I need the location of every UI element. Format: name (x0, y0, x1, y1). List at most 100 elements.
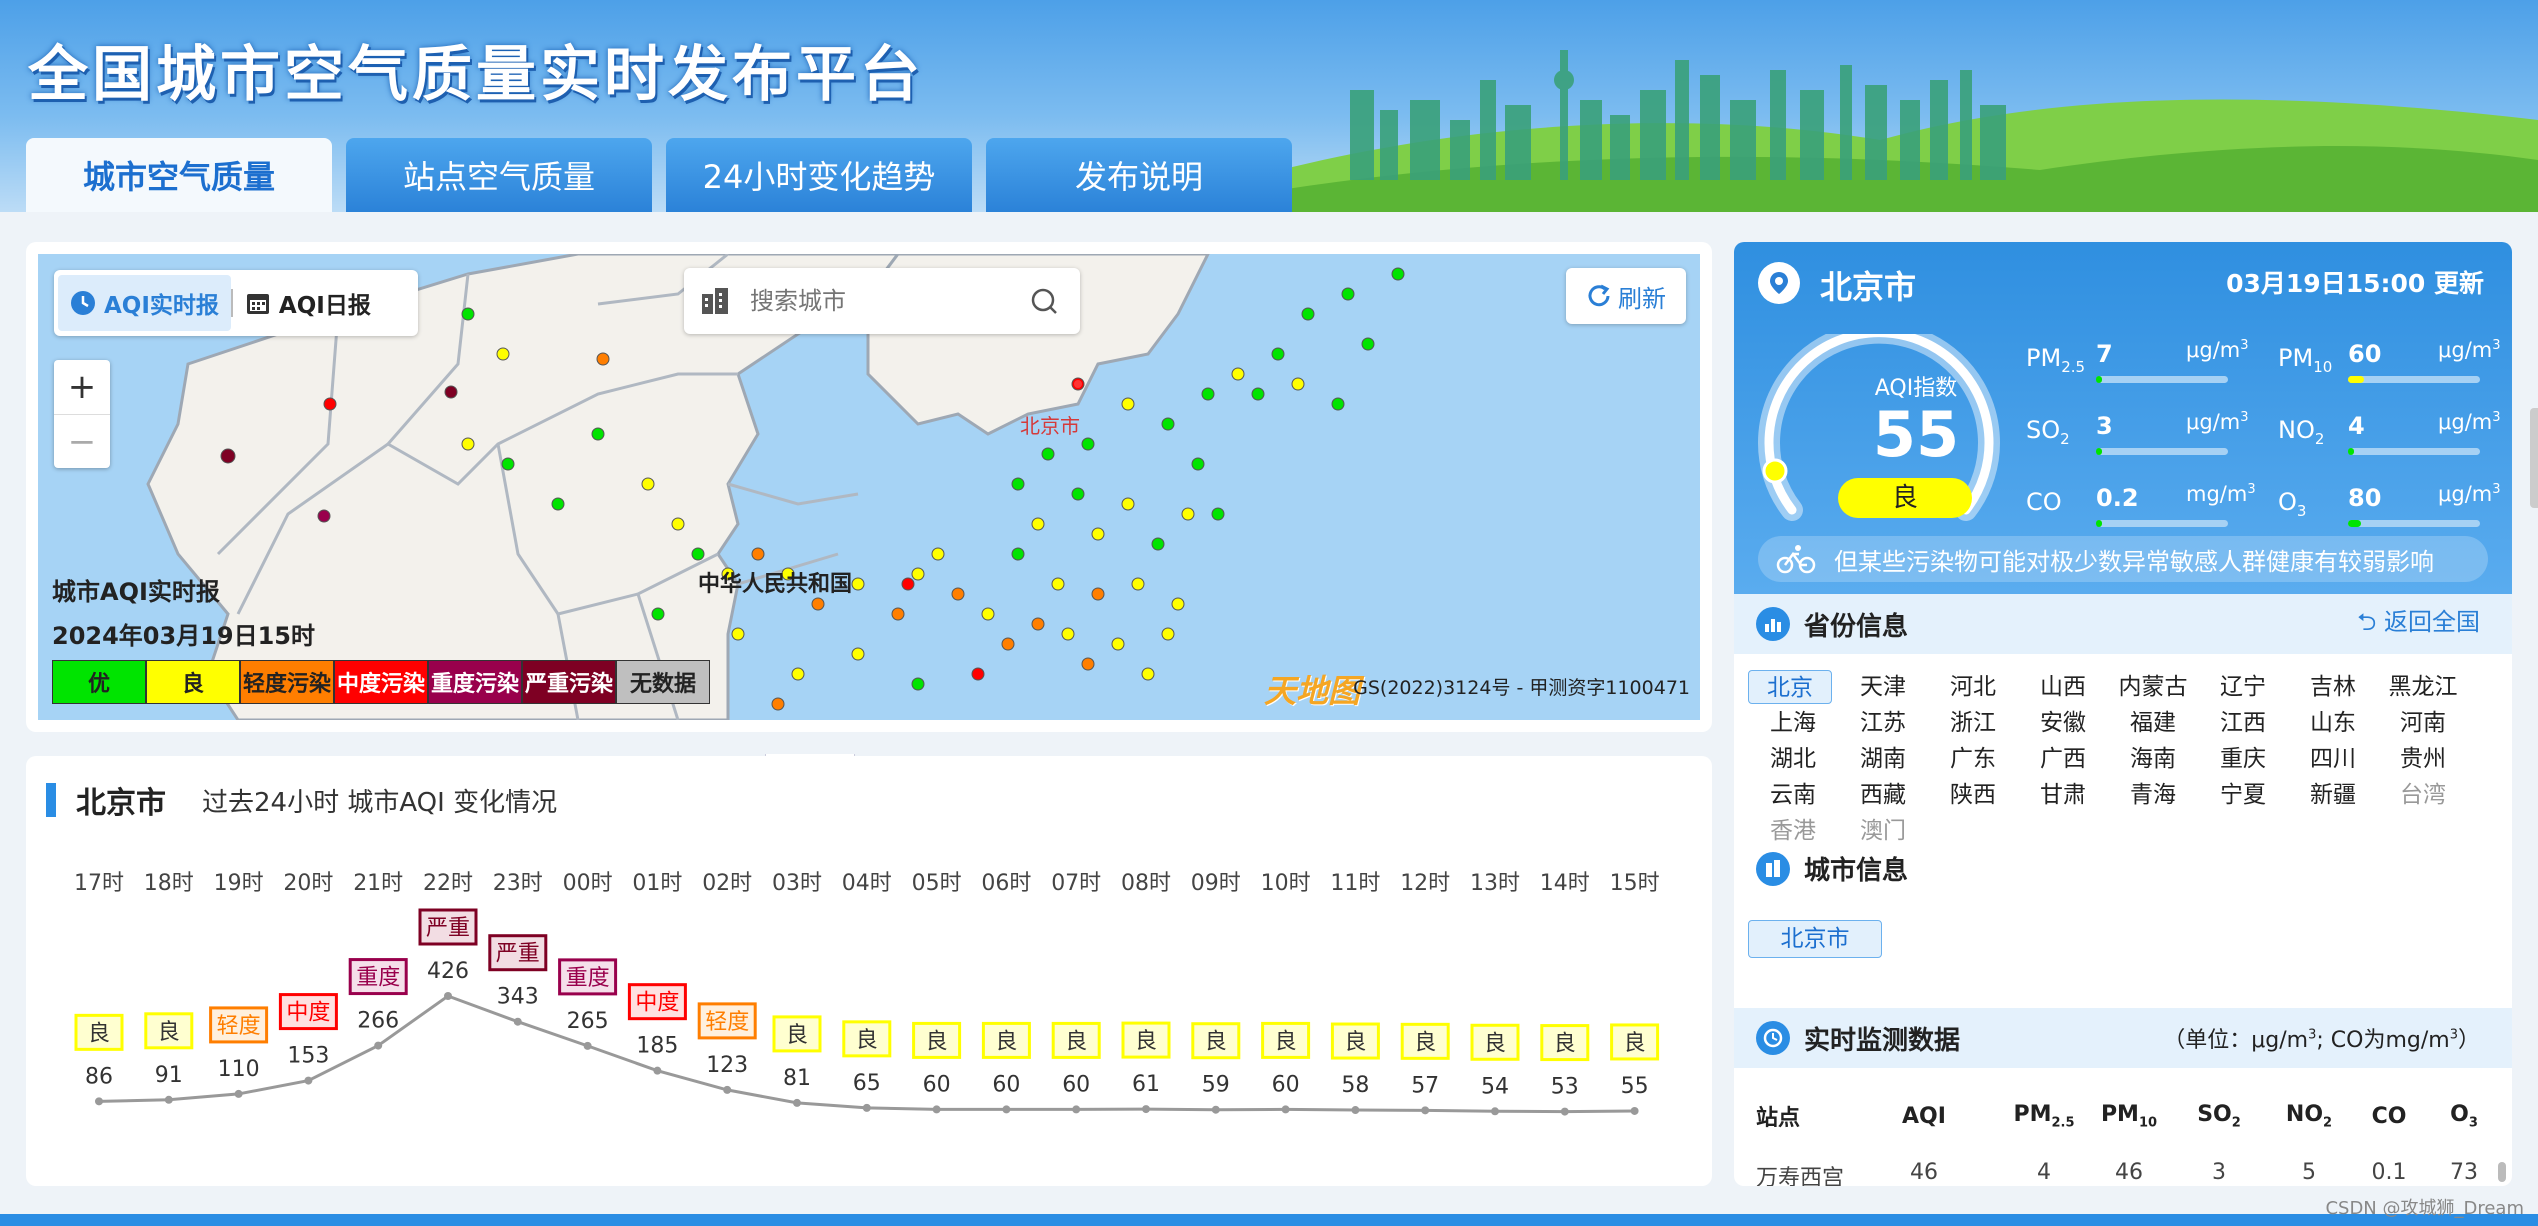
aqi-realtime-button[interactable]: AQI实时报 (58, 275, 231, 331)
province-item[interactable]: 甘肃 (2018, 778, 2108, 812)
search-icon[interactable] (1030, 287, 1058, 315)
province-item[interactable]: 广东 (1928, 742, 2018, 776)
trend-point[interactable] (1142, 1105, 1150, 1114)
aqi-map[interactable]: AQI实时报 AQI日报 刷新 + − 北京市 中华人民共和国 城市AQI实时报… (38, 254, 1700, 720)
province-item[interactable]: 天津 (1838, 670, 1928, 704)
pollutant-name: NO2 (2278, 416, 2325, 448)
tab-station-air-quality[interactable]: 站点空气质量 (346, 138, 652, 212)
trend-point[interactable] (1002, 1105, 1011, 1114)
pollutant-item: SO2 3 μg/m3 (2026, 406, 2276, 462)
pollutant-bar (2348, 448, 2480, 455)
cell-pm25: 4 (2037, 1160, 2051, 1185)
trend-point[interactable] (862, 1103, 871, 1112)
trend-point[interactable] (1281, 1105, 1290, 1114)
tab-city-air-quality[interactable]: 城市空气质量 (26, 138, 332, 212)
refresh-icon (1588, 284, 1610, 307)
trend-value-label: 343 (497, 985, 539, 1010)
level-badge-text: 良 (1344, 1030, 1366, 1055)
trend-value-label: 153 (287, 1044, 329, 1069)
aqi-daily-button[interactable]: AQI日报 (233, 275, 383, 331)
province-item[interactable]: 陕西 (1928, 778, 2018, 812)
trend-point[interactable] (95, 1097, 103, 1106)
zoom-out-button[interactable]: − (54, 414, 110, 468)
province-item[interactable]: 河南 (2378, 706, 2468, 740)
city-search-input[interactable] (750, 287, 1010, 315)
hour-label: 17时 (74, 871, 124, 896)
zoom-in-button[interactable]: + (54, 360, 110, 414)
province-item[interactable]: 西藏 (1838, 778, 1928, 812)
province-item[interactable]: 江苏 (1838, 706, 1928, 740)
trend-value-label: 57 (1411, 1073, 1439, 1098)
calendar-icon (246, 294, 269, 314)
province-item[interactable]: 宁夏 (2198, 778, 2288, 812)
hour-label: 03时 (772, 871, 822, 896)
table-row[interactable]: 万寿西宫 46 4 46 3 5 0.1 73 (1734, 1160, 2512, 1186)
trend-point[interactable] (234, 1089, 243, 1098)
trend-point[interactable] (583, 1041, 592, 1050)
trend-point[interactable] (304, 1076, 313, 1085)
trend-point[interactable] (164, 1095, 173, 1104)
level-badge-text: 良 (786, 1023, 808, 1048)
province-item[interactable]: 浙江 (1928, 706, 2018, 740)
province-item[interactable]: 澳门 (1838, 814, 1928, 848)
trend-point[interactable] (1630, 1106, 1639, 1115)
city-chip-beijing[interactable]: 北京市 (1748, 920, 1882, 958)
hour-label: 09时 (1191, 871, 1241, 896)
trend-point[interactable] (1351, 1106, 1360, 1115)
province-item[interactable]: 贵州 (2378, 742, 2468, 776)
clock-icon (71, 291, 95, 315)
province-item[interactable]: 上海 (1748, 706, 1838, 740)
trend-point[interactable] (1560, 1107, 1569, 1116)
tab-release-notes[interactable]: 发布说明 (986, 138, 1292, 212)
province-item[interactable]: 云南 (1748, 778, 1838, 812)
trend-point[interactable] (513, 1017, 522, 1026)
trend-value-label: 185 (636, 1034, 678, 1059)
trend-point[interactable] (1072, 1105, 1081, 1114)
province-item[interactable]: 湖南 (1838, 742, 1928, 776)
province-item[interactable]: 江西 (2198, 706, 2288, 740)
side-scroll-handle[interactable] (2530, 408, 2538, 508)
trend-value-label: 266 (357, 1009, 399, 1034)
province-item[interactable]: 新疆 (2288, 778, 2378, 812)
province-item[interactable]: 重庆 (2198, 742, 2288, 776)
province-item[interactable]: 辽宁 (2198, 670, 2288, 704)
trend-point[interactable] (1491, 1107, 1499, 1116)
province-item[interactable]: 北京 (1748, 670, 1832, 704)
province-item[interactable]: 福建 (2108, 706, 2198, 740)
pollutant-value: 7 (2096, 340, 2113, 368)
table-scrollbar[interactable] (2498, 1162, 2506, 1182)
province-item[interactable]: 安徽 (2018, 706, 2108, 740)
legend-item: 中度污染 (334, 660, 428, 704)
tab-24h-trend[interactable]: 24小时变化趋势 (666, 138, 972, 212)
province-item[interactable]: 青海 (2108, 778, 2198, 812)
trend-point[interactable] (374, 1041, 383, 1050)
hour-label: 12时 (1400, 871, 1450, 896)
province-item[interactable]: 广西 (2018, 742, 2108, 776)
hour-label: 14时 (1540, 871, 1590, 896)
province-item[interactable]: 河北 (1928, 670, 2018, 704)
province-item[interactable]: 台湾 (2378, 778, 2468, 812)
trend-point[interactable] (1211, 1105, 1220, 1114)
province-item[interactable]: 山西 (2018, 670, 2108, 704)
province-item[interactable]: 内蒙古 (2108, 670, 2198, 704)
trend-point[interactable] (723, 1085, 732, 1094)
back-to-national-button[interactable]: ⮌ 返回全国 (2357, 602, 2480, 646)
map-panel: AQI实时报 AQI日报 刷新 + − 北京市 中华人民共和国 城市AQI实时报… (26, 242, 1712, 732)
trend-point[interactable] (653, 1066, 662, 1075)
right-panel: 北京市 03月19日15:00 更新 AQI指数 55 良 PM2.5 7 μg/m… (1734, 242, 2512, 1186)
province-item[interactable]: 吉林 (2288, 670, 2378, 704)
hour-label: 15时 (1610, 871, 1660, 896)
province-item[interactable]: 香港 (1748, 814, 1838, 848)
refresh-button[interactable]: 刷新 (1566, 268, 1686, 324)
province-item[interactable]: 四川 (2288, 742, 2378, 776)
province-item[interactable]: 黑龙江 (2378, 670, 2468, 704)
province-item[interactable]: 山东 (2288, 706, 2378, 740)
trend-point[interactable] (444, 992, 452, 1000)
building-icon (1756, 851, 1790, 886)
trend-point[interactable] (932, 1105, 941, 1114)
trend-point[interactable] (1421, 1106, 1430, 1115)
province-item[interactable]: 湖北 (1748, 742, 1838, 776)
trend-point[interactable] (793, 1098, 801, 1107)
province-item[interactable]: 海南 (2108, 742, 2198, 776)
trend-value-label: 60 (992, 1072, 1020, 1097)
